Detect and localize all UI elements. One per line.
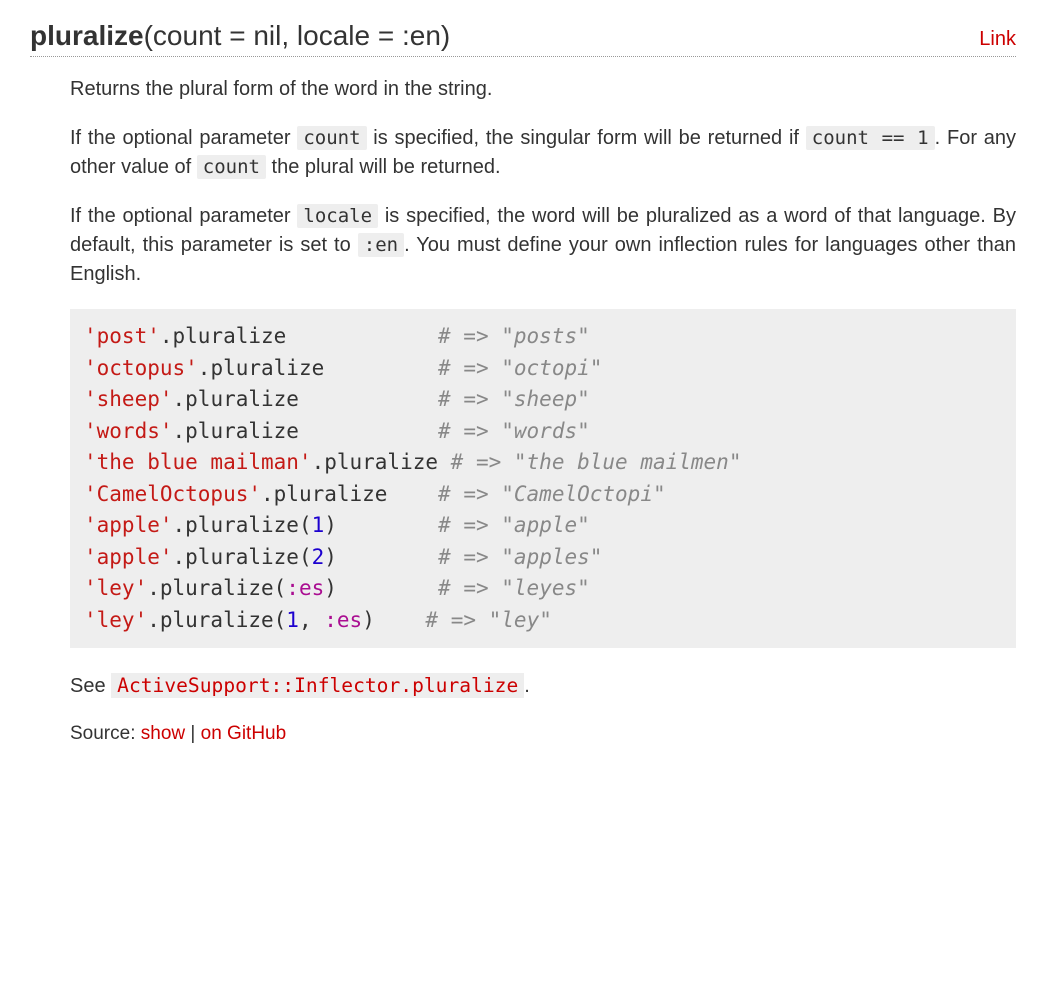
github-link[interactable]: on GitHub — [201, 723, 287, 744]
description-p1: Returns the plural form of the word in t… — [70, 75, 1016, 104]
code-locale: locale — [297, 204, 378, 228]
code-count-eq-1: count == 1 — [806, 126, 935, 150]
source-label: Source: — [70, 723, 141, 744]
description-p2: If the optional parameter count is speci… — [70, 124, 1016, 182]
method-body: Returns the plural form of the word in t… — [30, 75, 1016, 745]
method-header: pluralize(count = nil, locale = :en) Lin… — [30, 20, 1016, 57]
code-en: :en — [358, 233, 404, 257]
reference-link[interactable]: ActiveSupport::Inflector.pluralize — [111, 673, 524, 698]
show-source-link[interactable]: show — [141, 723, 185, 744]
code-count-2: count — [197, 155, 266, 179]
permalink[interactable]: Link — [979, 28, 1016, 51]
code-example: 'post'.pluralize # => "posts" 'octopus'.… — [70, 309, 1016, 648]
code-count: count — [297, 126, 366, 150]
source-line: Source: show | on GitHub — [70, 723, 1016, 745]
see-also: See ActiveSupport::Inflector.pluralize. — [70, 672, 1016, 701]
method-args: (count = nil, locale = :en) — [144, 20, 451, 51]
separator: | — [185, 723, 201, 744]
description-p3: If the optional parameter locale is spec… — [70, 202, 1016, 289]
method-name: pluralize — [30, 20, 144, 51]
method-signature: pluralize(count = nil, locale = :en) — [30, 20, 450, 52]
